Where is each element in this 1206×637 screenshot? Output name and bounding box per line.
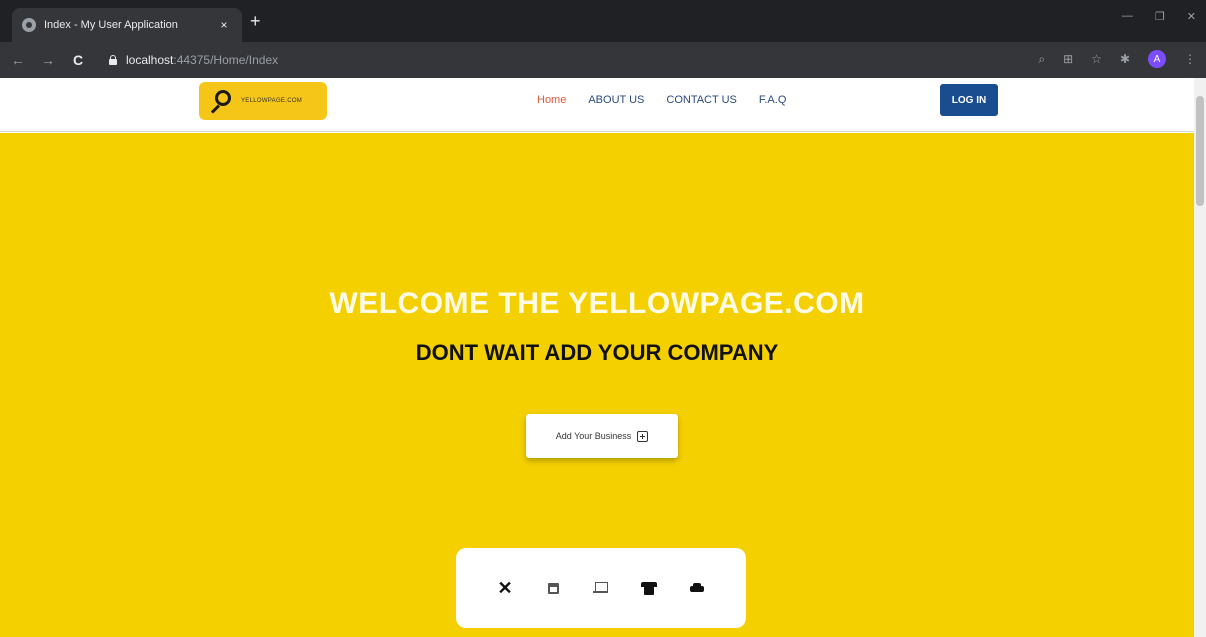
window-controls: — ❐ ✕: [1122, 10, 1196, 23]
nav-links: Home ABOUT US CONTACT US F.A.Q: [537, 94, 786, 106]
page-scrollbar[interactable]: [1194, 78, 1206, 637]
page-viewport: YELLOWPAGE.COM Home ABOUT US CONTACT US …: [0, 78, 1206, 637]
toolbar-actions: ⌕ ⊞ ☆ ✱ A ⋮: [1038, 50, 1196, 68]
window-close-icon[interactable]: ✕: [1187, 10, 1196, 23]
browser-tab-bar: Index - My User Application × + — ❐ ✕: [0, 0, 1206, 42]
logo-text: YELLOWPAGE.COM: [241, 98, 303, 104]
nav-faq[interactable]: F.A.Q: [759, 94, 787, 106]
menu-icon[interactable]: ⋮: [1184, 52, 1196, 66]
site-navbar: YELLOWPAGE.COM Home ABOUT US CONTACT US …: [0, 78, 1194, 132]
hero-subtitle: DONT WAIT ADD YOUR COMPANY: [415, 340, 779, 365]
add-business-button[interactable]: Add Your Business: [526, 414, 678, 458]
zoom-icon[interactable]: ⌕: [1038, 52, 1045, 67]
globe-icon: [22, 18, 36, 32]
nav-about[interactable]: ABOUT US: [588, 94, 644, 106]
reload-icon[interactable]: C: [66, 52, 90, 68]
hero-title: WELCOME THE YELLOWPAGE.COM: [329, 287, 865, 320]
close-icon[interactable]: ✕: [497, 578, 513, 598]
scrollbar-thumb[interactable]: [1196, 96, 1204, 206]
forward-icon[interactable]: →: [36, 52, 60, 68]
browser-tab[interactable]: Index - My User Application ×: [12, 8, 242, 42]
url-path: :44375/Home/Index: [173, 53, 279, 67]
plus-square-icon: [637, 430, 649, 442]
car-icon[interactable]: [689, 580, 705, 596]
maximize-icon[interactable]: ❐: [1155, 10, 1165, 23]
extensions-icon[interactable]: ✱: [1120, 52, 1130, 66]
site-logo[interactable]: YELLOWPAGE.COM: [199, 82, 327, 120]
new-tab-icon[interactable]: +: [250, 12, 261, 30]
back-icon[interactable]: ←: [6, 52, 30, 68]
browser-toolbar: ← → C localhost :44375/Home/Index ⌕ ⊞ ☆ …: [0, 42, 1206, 78]
install-app-icon[interactable]: ⊞: [1063, 52, 1073, 66]
login-button[interactable]: LOG IN: [940, 84, 998, 116]
add-business-label: Add Your Business: [555, 431, 632, 441]
category-bar: ✕: [456, 548, 746, 628]
magnifier-icon: [207, 88, 233, 114]
profile-avatar[interactable]: A: [1148, 50, 1166, 68]
calendar-icon[interactable]: [545, 580, 561, 596]
nav-contact[interactable]: CONTACT US: [666, 94, 737, 106]
lock-icon[interactable]: [108, 55, 118, 65]
tab-close-icon[interactable]: ×: [216, 18, 232, 32]
nav-home[interactable]: Home: [537, 94, 566, 106]
hero-section: WELCOME THE YELLOWPAGE.COM DONT WAIT ADD…: [0, 133, 1194, 637]
star-icon[interactable]: ☆: [1091, 52, 1102, 66]
laptop-icon[interactable]: [593, 580, 609, 596]
minimize-icon[interactable]: —: [1122, 10, 1133, 23]
shirt-icon[interactable]: [641, 580, 657, 596]
url-host: localhost: [126, 53, 174, 67]
address-bar[interactable]: localhost :44375/Home/Index: [108, 48, 1008, 72]
tab-title: Index - My User Application: [44, 19, 178, 31]
